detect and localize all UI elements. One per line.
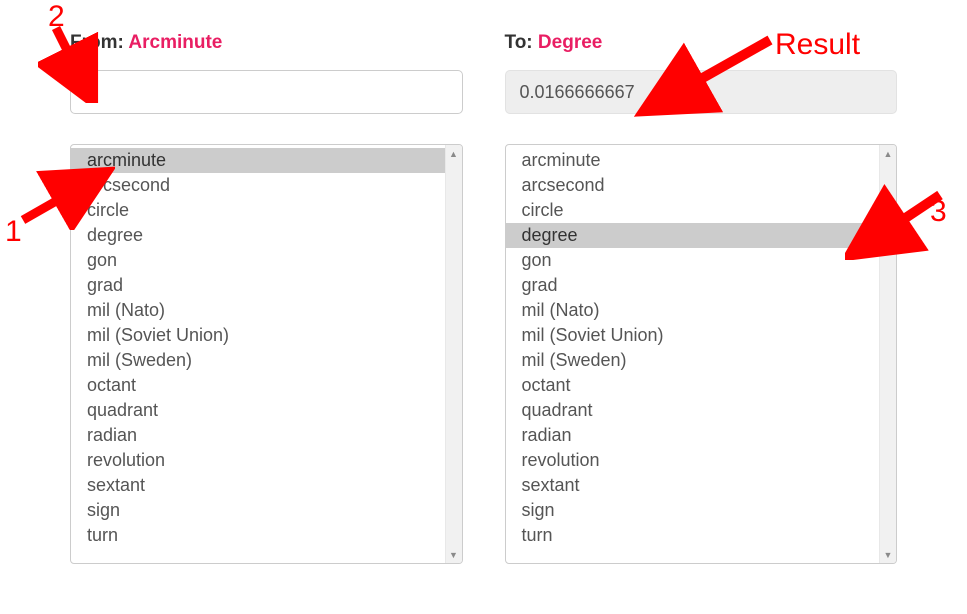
from-value-input[interactable] (70, 70, 463, 114)
unit-option[interactable]: radian (71, 423, 445, 448)
unit-option[interactable]: grad (506, 273, 880, 298)
to-unit-list[interactable]: arcminutearcsecondcircledegreegongradmil… (506, 145, 880, 563)
unit-option[interactable]: mil (Sweden) (71, 348, 445, 373)
unit-option[interactable]: turn (506, 523, 880, 548)
unit-option[interactable]: gon (506, 248, 880, 273)
to-value-output: 0.0166666667 (505, 70, 898, 114)
unit-option[interactable]: mil (Sweden) (506, 348, 880, 373)
unit-option[interactable]: sign (71, 498, 445, 523)
unit-option[interactable]: octant (506, 373, 880, 398)
unit-option[interactable]: circle (506, 198, 880, 223)
unit-option[interactable]: degree (71, 223, 445, 248)
unit-option[interactable]: arcsecond (71, 173, 445, 198)
unit-option[interactable]: circle (71, 198, 445, 223)
from-column: From: Arcminute arcminutearcsecondcircle… (70, 30, 463, 564)
unit-option[interactable]: arcsecond (506, 173, 880, 198)
unit-option[interactable]: sextant (71, 473, 445, 498)
to-value-text: 0.0166666667 (520, 82, 635, 103)
from-list-wrap: arcminutearcsecondcircledegreegongradmil… (70, 144, 463, 564)
unit-option[interactable]: radian (506, 423, 880, 448)
unit-option[interactable]: revolution (71, 448, 445, 473)
scroll-down-icon[interactable]: ▼ (446, 546, 462, 563)
converter-container: From: Arcminute arcminutearcsecondcircle… (0, 0, 967, 564)
scroll-up-icon[interactable]: ▲ (446, 145, 462, 162)
unit-option[interactable]: arcminute (71, 148, 445, 173)
scroll-up-icon[interactable]: ▲ (880, 145, 896, 162)
from-label-row: From: Arcminute (70, 32, 463, 54)
unit-option[interactable]: arcminute (506, 148, 880, 173)
unit-option[interactable]: sextant (506, 473, 880, 498)
scroll-track[interactable] (446, 162, 462, 546)
scroll-down-icon[interactable]: ▼ (880, 546, 896, 563)
unit-option[interactable]: grad (71, 273, 445, 298)
unit-option[interactable]: quadrant (506, 398, 880, 423)
to-label-prefix: To: (505, 32, 538, 53)
unit-option[interactable]: degree (506, 223, 880, 248)
unit-option[interactable]: gon (71, 248, 445, 273)
unit-option[interactable]: mil (Nato) (506, 298, 880, 323)
to-unit-name: Degree (538, 32, 602, 53)
from-label-prefix: From: (70, 32, 128, 53)
unit-option[interactable]: sign (506, 498, 880, 523)
from-unit-name: Arcminute (128, 32, 222, 53)
to-column: To: Degree 0.0166666667 arcminutearcseco… (505, 30, 898, 564)
unit-option[interactable]: mil (Soviet Union) (506, 323, 880, 348)
from-scrollbar[interactable]: ▲ ▼ (445, 145, 462, 563)
unit-option[interactable]: quadrant (71, 398, 445, 423)
unit-option[interactable]: mil (Nato) (71, 298, 445, 323)
unit-option[interactable]: octant (71, 373, 445, 398)
unit-option[interactable]: turn (71, 523, 445, 548)
scroll-track[interactable] (880, 162, 896, 546)
from-unit-list[interactable]: arcminutearcsecondcircledegreegongradmil… (71, 145, 445, 563)
unit-option[interactable]: revolution (506, 448, 880, 473)
to-label-row: To: Degree (505, 32, 898, 54)
unit-option[interactable]: mil (Soviet Union) (71, 323, 445, 348)
to-list-wrap: arcminutearcsecondcircledegreegongradmil… (505, 144, 898, 564)
to-scrollbar[interactable]: ▲ ▼ (879, 145, 896, 563)
